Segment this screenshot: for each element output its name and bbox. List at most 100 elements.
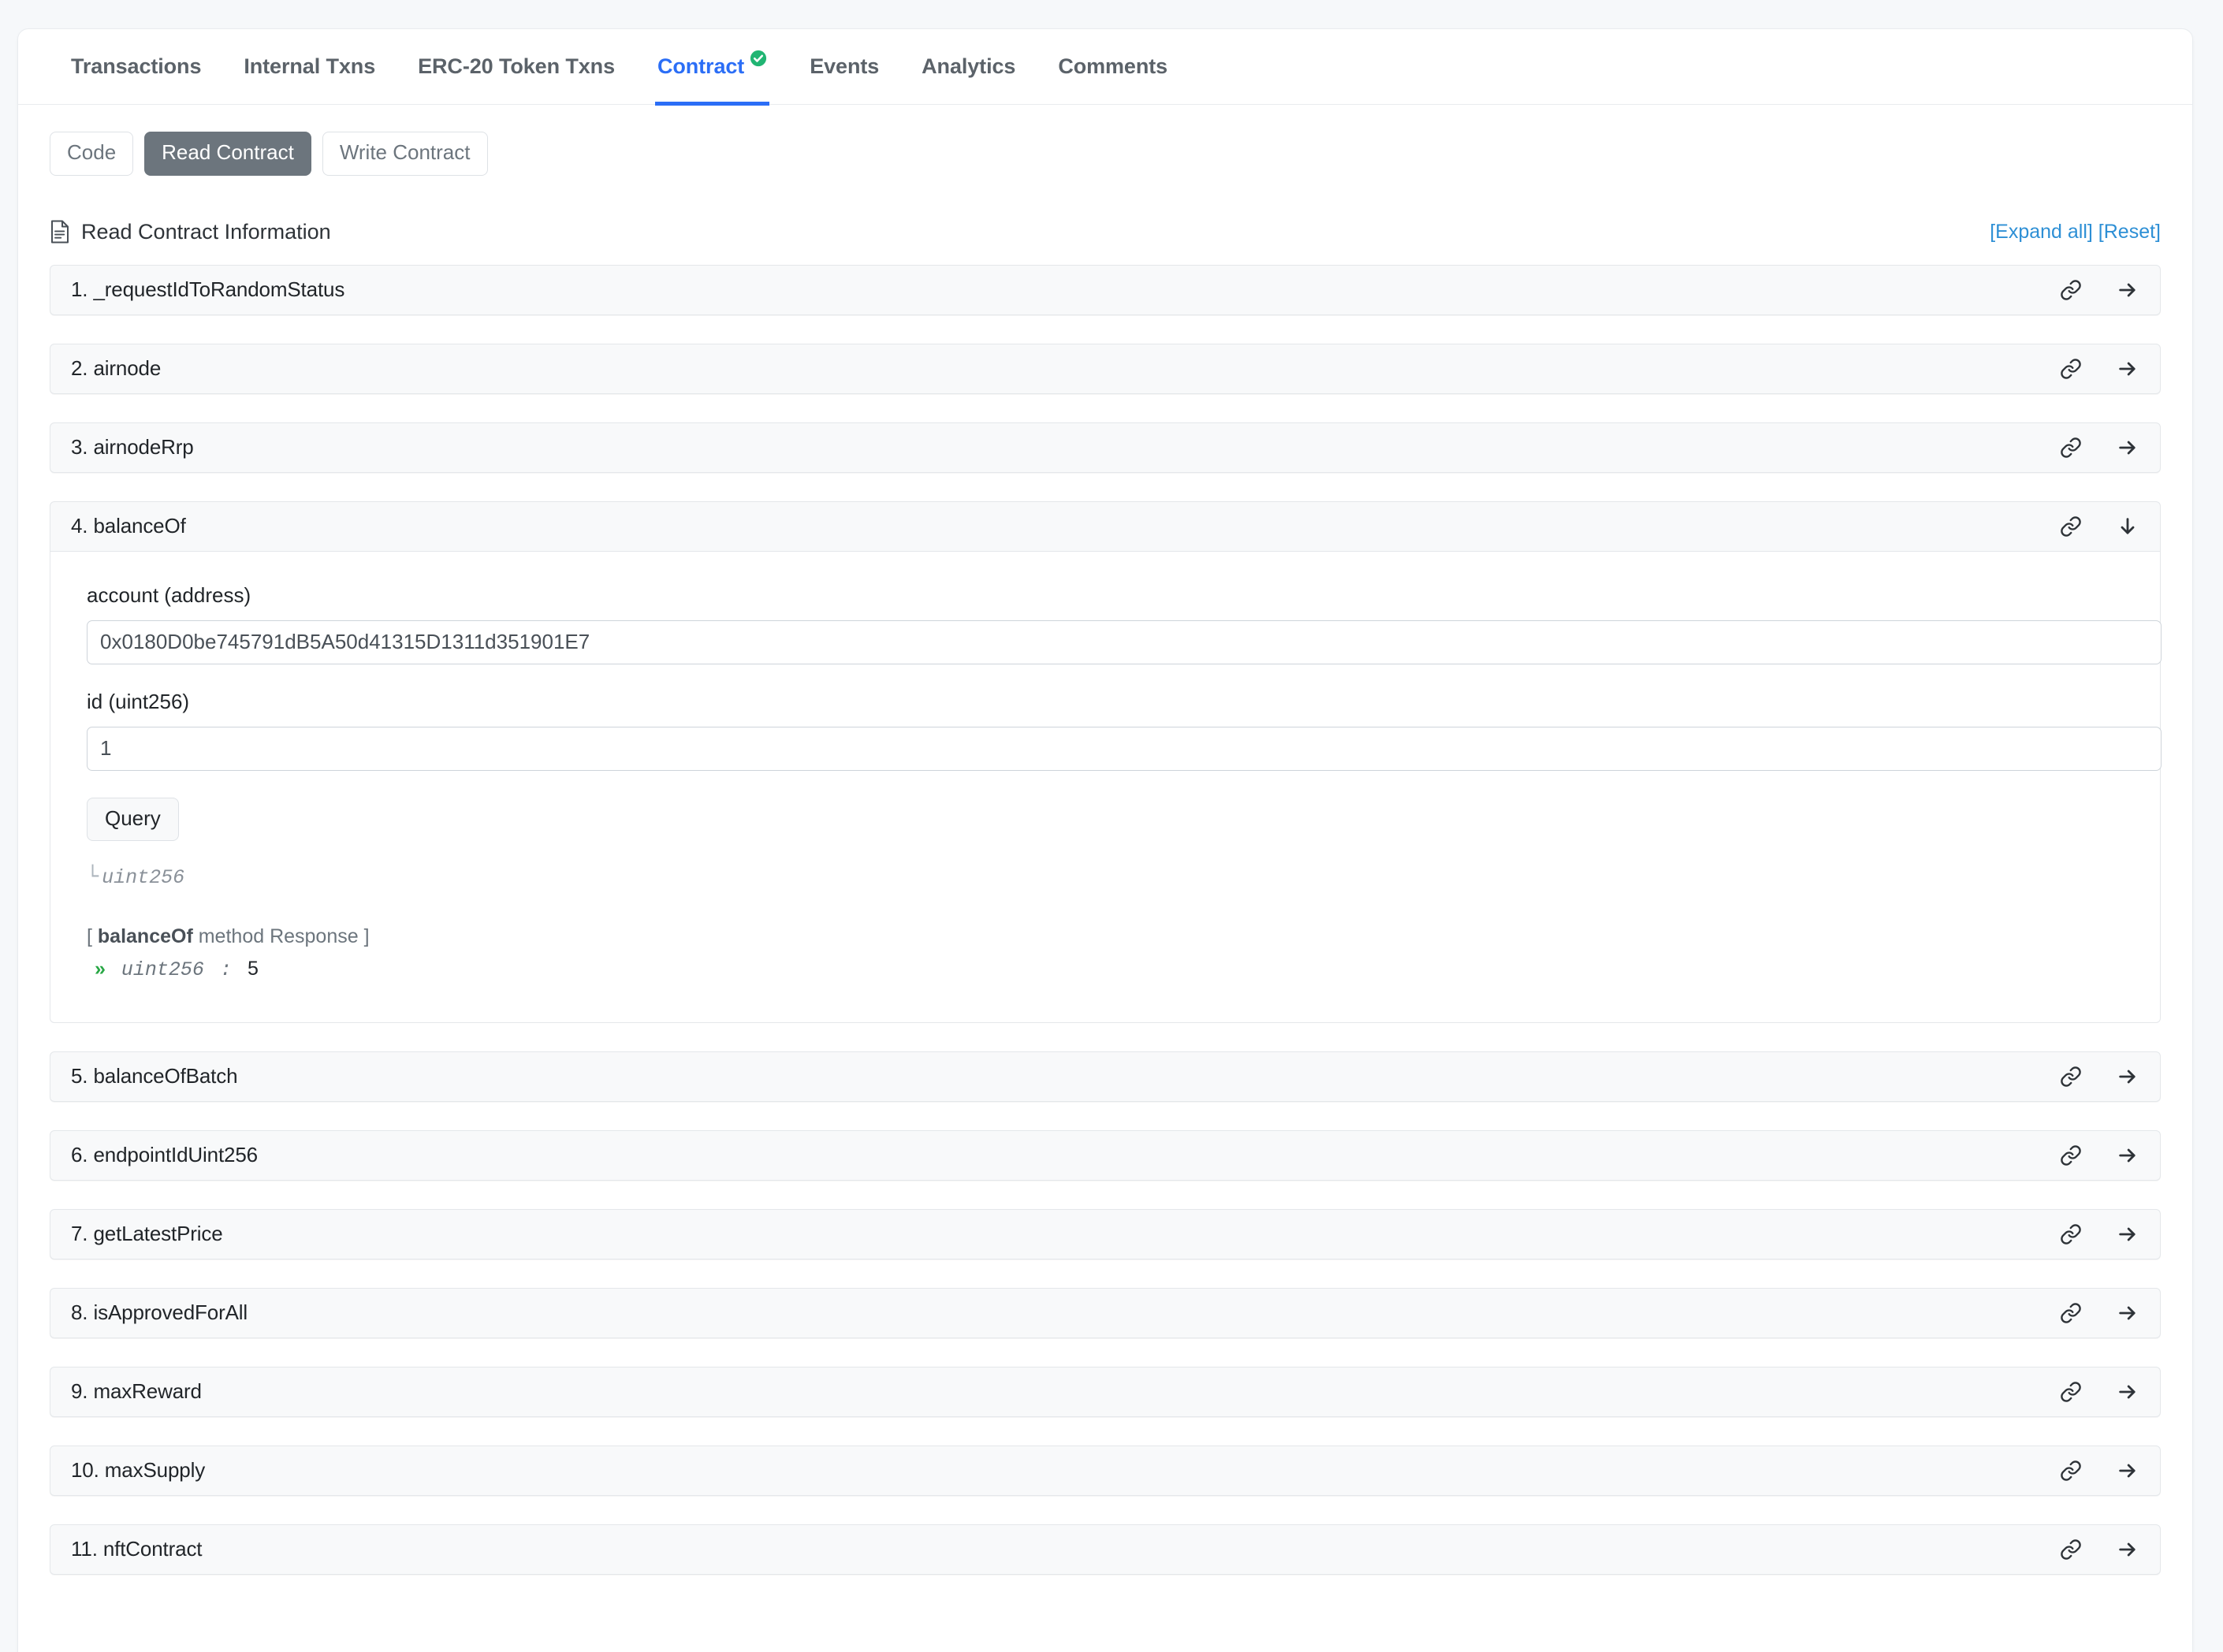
link-icon[interactable] [2059,278,2083,302]
tab-erc20-token-txns[interactable]: ERC-20 Token Txns [397,29,636,105]
method-response-line: » uint256 : 5 [87,958,2124,981]
arrow-down-icon[interactable] [2116,515,2139,538]
method-index: 6. [71,1143,88,1167]
method-name: endpointIdUint256 [93,1143,258,1167]
page-root: Transactions Internal Txns ERC-20 Token … [0,0,2223,1652]
method-title: 2. airnode [71,356,2059,381]
arrow-right-icon[interactable] [2116,357,2139,381]
id-uint256-input[interactable] [87,726,2162,771]
method-title: 8. isApprovedForAll [71,1300,2059,1325]
return-type-hint: └ uint256 [87,865,2124,889]
link-icon[interactable] [2059,515,2083,538]
tab-label: Events [810,54,880,78]
method-header-nftcontract[interactable]: 11. nftContract [50,1524,2161,1575]
tab-label: Analytics [922,54,1016,78]
method-item: 7. getLatestPrice [50,1208,2161,1259]
account-field-label: account (address) [87,582,251,607]
method-header-maxsupply[interactable]: 10. maxSupply [50,1445,2161,1496]
arrow-right-icon[interactable] [2116,436,2139,460]
method-row-icons [2059,357,2139,381]
method-row-icons [2059,1301,2139,1325]
method-header-balanceof[interactable]: 4. balanceOf [50,500,2161,552]
method-index: 9. [71,1379,88,1404]
field-spacer [87,664,2124,690]
read-contract-header-actions: [Expand all] [Reset] [1990,221,2161,244]
link-icon[interactable] [2059,1380,2083,1404]
method-index: 10. [71,1458,99,1483]
link-icon[interactable] [2059,1538,2083,1561]
tab-events[interactable]: Events [788,29,900,105]
response-header-text: method Response [198,925,359,947]
method-header-requestidtorandomstatus[interactable]: 1. _requestIdToRandomStatus [50,264,2161,315]
response-bracket-close: ] [363,925,370,947]
method-item: 10. maxSupply [50,1445,2161,1496]
response-separator: : [219,958,232,981]
method-row-icons [2059,1538,2139,1561]
tab-bar: Transactions Internal Txns ERC-20 Token … [18,29,2192,106]
method-item: 1. _requestIdToRandomStatus [50,264,2161,315]
response-method-name: balanceOf [97,925,193,947]
method-name: maxReward [93,1379,202,1404]
link-icon[interactable] [2059,1301,2083,1325]
id-field-label: id (uint256) [87,689,190,713]
verified-check-icon [750,50,767,67]
tab-comments[interactable]: Comments [1037,29,1189,105]
arrow-right-icon[interactable] [2116,1459,2139,1483]
double-chevron-right-icon: » [95,957,106,980]
method-header-endpointiduint256[interactable]: 6. endpointIdUint256 [50,1129,2161,1181]
subtab-write-contract[interactable]: Write Contract [322,132,488,176]
expand-all-link[interactable]: [Expand all] [1990,221,2093,243]
link-icon[interactable] [2059,1065,2083,1088]
link-icon[interactable] [2059,1222,2083,1246]
method-item: 2. airnode [50,343,2161,394]
method-title: 11. nftContract [71,1537,2059,1561]
arrow-right-icon[interactable] [2116,1538,2139,1561]
arrow-right-icon[interactable] [2116,1380,2139,1404]
tab-internal-txns[interactable]: Internal Txns [222,29,397,105]
method-header-airnode[interactable]: 2. airnode [50,343,2161,394]
method-row-icons [2059,1380,2139,1404]
query-button[interactable]: Query [87,797,179,841]
arrow-right-icon[interactable] [2116,1065,2139,1088]
reset-link[interactable]: [Reset] [2098,221,2161,243]
arrow-right-icon[interactable] [2116,1301,2139,1325]
method-row-icons [2059,1459,2139,1483]
method-name: getLatestPrice [93,1222,223,1246]
subtab-read-contract[interactable]: Read Contract [144,132,311,176]
method-header-airnoderrp[interactable]: 3. airnodeRrp [50,422,2161,473]
method-row-icons [2059,515,2139,538]
tab-transactions[interactable]: Transactions [50,29,222,105]
account-address-input[interactable] [87,620,2162,664]
link-icon[interactable] [2059,1459,2083,1483]
document-icon [50,220,70,244]
subtab-code[interactable]: Code [50,132,134,176]
tab-label: Comments [1058,54,1168,78]
link-icon[interactable] [2059,1144,2083,1167]
arrow-right-icon[interactable] [2116,1144,2139,1167]
method-header-balanceofbatch[interactable]: 5. balanceOfBatch [50,1051,2161,1102]
arrow-right-icon[interactable] [2116,278,2139,302]
read-contract-information-title: Read Contract Information [81,219,331,244]
contract-card: Transactions Internal Txns ERC-20 Token … [17,28,2193,1652]
method-header-getlatestprice[interactable]: 7. getLatestPrice [50,1208,2161,1259]
response-value: 5 [247,957,259,980]
method-row-icons [2059,1222,2139,1246]
method-title: 1. _requestIdToRandomStatus [71,277,2059,302]
method-header-isapprovedforall[interactable]: 8. isApprovedForAll [50,1287,2161,1338]
method-index: 4. [71,514,88,538]
balanceof-form: account (address) id (uint256) Query └ u… [50,551,2162,1023]
method-list: 1. _requestIdToRandomStatus 2. airnode 3… [50,264,2162,1575]
method-index: 8. [71,1300,88,1325]
tab-analytics[interactable]: Analytics [900,29,1037,105]
read-contract-header-left: Read Contract Information [50,220,331,244]
tab-label: ERC-20 Token Txns [418,54,615,78]
tab-label: Contract [657,54,745,78]
tab-contract[interactable]: Contract [636,29,788,106]
tab-label: Internal Txns [244,54,376,78]
link-icon[interactable] [2059,357,2083,381]
method-name: balanceOf [93,514,186,538]
method-header-maxreward[interactable]: 9. maxReward [50,1366,2161,1417]
method-name: airnode [93,356,162,381]
link-icon[interactable] [2059,436,2083,460]
arrow-right-icon[interactable] [2116,1222,2139,1246]
